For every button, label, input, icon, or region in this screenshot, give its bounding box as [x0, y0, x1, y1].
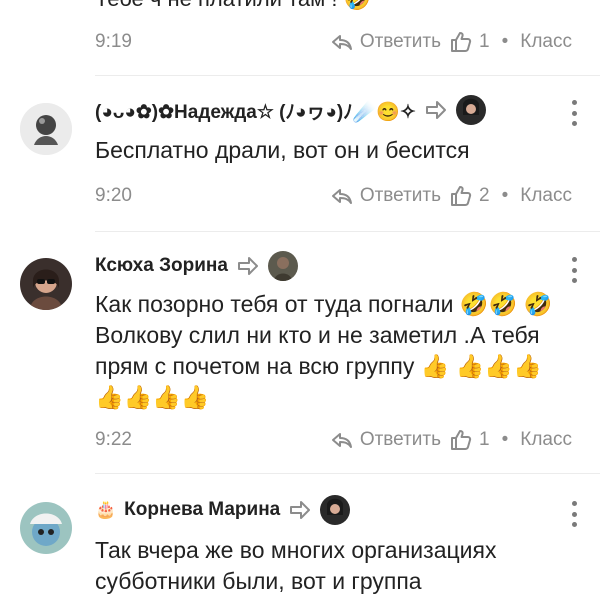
comment-time: 9:20: [95, 185, 132, 206]
avatar[interactable]: [20, 103, 72, 155]
divider: [95, 231, 600, 232]
reply-label: Ответить: [359, 429, 442, 450]
like-button[interactable]: 1: [449, 30, 490, 54]
comment-actions: Ответить 2 • Класс: [330, 184, 572, 208]
comment-author-row: 🎂 Корнева Марина: [95, 495, 560, 525]
comment-meta-row: 9:22 Ответить 1 • Класс: [95, 425, 572, 455]
comment-actions: Ответить 1 • Класс: [330, 30, 572, 54]
divider: [95, 473, 600, 474]
birthday-cake-icon: 🎂: [95, 500, 117, 519]
reply-to-avatar[interactable]: [320, 495, 351, 525]
thumbs-up-icon: [451, 186, 472, 206]
divider: [95, 75, 600, 76]
author-name[interactable]: Ксюха Зорина: [95, 255, 228, 277]
comment-author-row: (◕ᴗ◕✿)✿Надежда☆ (ﾉ◕ヮ◕)ﾉ☄️😊✧: [95, 95, 560, 125]
avatar-image: [20, 258, 72, 310]
separator-dot: •: [501, 31, 509, 52]
avatar-image: [20, 103, 72, 155]
author-name[interactable]: Корнева Марина: [124, 499, 280, 521]
author-name[interactable]: (◕ᴗ◕✿)✿Надежда☆ (ﾉ◕ヮ◕)ﾉ☄️😊✧: [95, 97, 416, 124]
comment-time: 9:19: [95, 31, 132, 52]
reply-to-arrow-icon: [290, 501, 311, 519]
comment-author-row: Ксюха Зорина: [95, 251, 560, 281]
thumbs-up-icon: [451, 430, 472, 450]
reply-button[interactable]: Ответить: [330, 428, 441, 452]
comment-actions: Ответить 1 • Класс: [330, 428, 572, 452]
comment-time: 9:22: [95, 429, 132, 450]
reply-button[interactable]: Ответить: [330, 30, 441, 54]
comment-text: Бесплатно драли, вот он и бесится: [95, 137, 470, 163]
klass-label[interactable]: Класс: [520, 185, 572, 207]
reply-button[interactable]: Ответить: [330, 184, 441, 208]
reply-arrow-icon: [331, 433, 352, 448]
comment-meta-row: 9:20 Ответить 2 • Класс: [95, 181, 572, 211]
like-count: 1: [479, 429, 490, 450]
previous-comment-text: Тебе ч не платили там ! 🤣: [95, 0, 371, 12]
reply-arrow-icon: [331, 35, 352, 50]
reply-to-arrow-icon: [425, 101, 446, 119]
avatar[interactable]: [20, 502, 72, 554]
comment-text: Так вчера же во многих организациях субб…: [95, 537, 497, 594]
reply-label: Ответить: [359, 31, 442, 52]
thumbs-up-icon: [451, 32, 472, 52]
more-vertical-icon[interactable]: [570, 501, 578, 527]
klass-label[interactable]: Класс: [520, 31, 572, 53]
comment-text: Как позорно тебя от туда погнали 🤣🤣 🤣Вол…: [95, 291, 553, 410]
avatar-image: [20, 502, 72, 554]
like-button[interactable]: 2: [449, 184, 490, 208]
more-vertical-icon[interactable]: [570, 257, 578, 283]
klass-label[interactable]: Класс: [520, 429, 572, 451]
avatar[interactable]: [20, 258, 72, 310]
like-count: 2: [479, 185, 490, 206]
more-vertical-icon[interactable]: [570, 100, 578, 126]
reply-arrow-icon: [331, 189, 352, 204]
reply-to-arrow-icon: [237, 257, 258, 275]
reply-to-avatar[interactable]: [455, 95, 486, 125]
like-button[interactable]: 1: [449, 428, 490, 452]
like-count: 1: [479, 31, 490, 52]
separator-dot: •: [501, 429, 509, 450]
reply-to-avatar[interactable]: [267, 251, 298, 281]
separator-dot: •: [501, 185, 509, 206]
reply-label: Ответить: [359, 185, 442, 206]
comment-meta-row: 9:19 Ответить 1 • Класс: [95, 27, 572, 57]
